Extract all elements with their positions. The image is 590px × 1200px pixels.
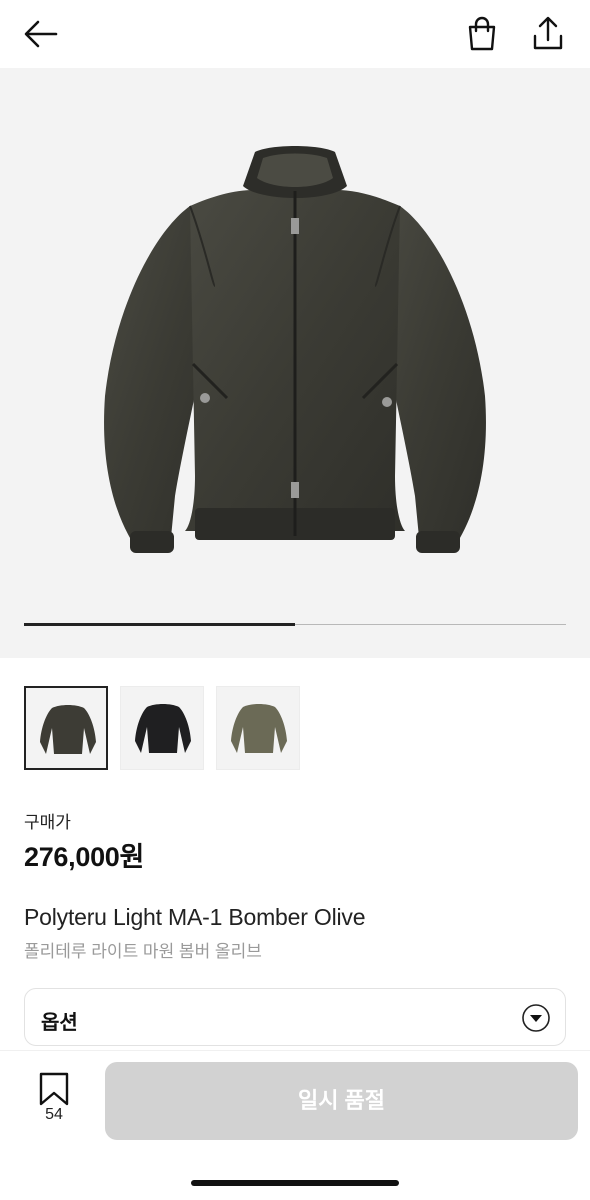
bookmark-icon: [39, 1072, 69, 1106]
bookmark-button[interactable]: 54: [30, 1072, 78, 1132]
share-button[interactable]: [528, 14, 568, 54]
sold-out-button[interactable]: 일시 품절: [105, 1062, 578, 1140]
arrow-left-icon: [24, 20, 58, 48]
product-image-gallery[interactable]: [0, 68, 590, 658]
footer-divider: [0, 1050, 590, 1051]
product-main-image: [104, 146, 486, 553]
thumbnail-khaki[interactable]: [216, 686, 300, 770]
thumbnail-jacket-shape: [135, 704, 191, 753]
thumbnail-image: [231, 704, 287, 753]
thumbnail-jacket-shape: [231, 704, 287, 753]
shopping-bag-button[interactable]: [462, 14, 502, 54]
price-value: 276,000원: [24, 842, 145, 872]
product-name-english: Polyteru Light MA-1 Bomber Olive: [24, 904, 366, 930]
product-name-korean: 폴리테루 라이트 마원 봄버 올리브: [24, 942, 262, 961]
option-selector[interactable]: 옵션: [24, 988, 566, 1046]
thumbnail-black[interactable]: [120, 686, 204, 770]
top-navigation-bar: [0, 0, 590, 68]
thumbnail-image: [40, 705, 96, 754]
share-upload-icon: [533, 16, 563, 50]
price-label: 구매가: [24, 813, 71, 832]
option-label: 옵션: [41, 1012, 78, 1034]
gallery-progress-indicator: [24, 623, 295, 626]
thumbnail-olive[interactable]: [24, 686, 108, 770]
home-indicator: [191, 1180, 399, 1186]
bookmark-count: 54: [45, 1106, 63, 1123]
thumbnail-jacket-shape: [40, 705, 96, 754]
back-button[interactable]: [22, 14, 62, 54]
shopping-bag-icon: [468, 16, 496, 51]
caret-down-circle-icon: [522, 1004, 550, 1032]
thumbnail-image: [135, 704, 191, 753]
